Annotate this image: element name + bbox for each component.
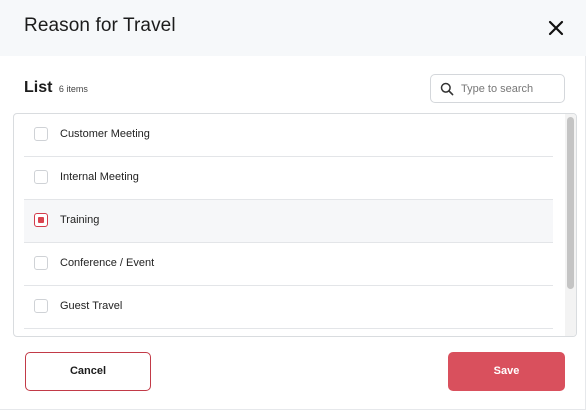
options-list: Customer Meeting Internal Meeting Training… bbox=[13, 113, 577, 337]
save-button[interactable]: Save bbox=[448, 352, 565, 391]
list-scrollbar[interactable] bbox=[565, 114, 576, 336]
options-rows: Customer Meeting Internal Meeting Training… bbox=[14, 114, 565, 336]
checkbox-icon[interactable] bbox=[34, 256, 48, 270]
dialog-title: Reason for Travel bbox=[24, 15, 176, 36]
dialog-header: Reason for Travel bbox=[0, 0, 586, 56]
checkbox-icon[interactable] bbox=[34, 213, 48, 227]
checkbox-icon[interactable] bbox=[34, 127, 48, 141]
list-item[interactable]: Conference / Event bbox=[24, 243, 553, 286]
reason-for-travel-dialog: Reason for Travel List 6 items Customer … bbox=[0, 0, 586, 410]
list-item[interactable] bbox=[24, 329, 553, 336]
search-icon bbox=[440, 82, 454, 96]
search-field[interactable] bbox=[430, 74, 565, 103]
list-title: List bbox=[24, 79, 53, 96]
list-item-label: Conference / Event bbox=[60, 257, 155, 269]
list-item[interactable]: Customer Meeting bbox=[24, 114, 553, 157]
scrollbar-thumb[interactable] bbox=[567, 117, 574, 289]
checkbox-icon[interactable] bbox=[34, 170, 48, 184]
list-item-count: 6 items bbox=[58, 84, 88, 94]
search-input[interactable] bbox=[461, 80, 559, 98]
close-icon bbox=[548, 20, 564, 36]
checkbox-icon[interactable] bbox=[34, 299, 48, 313]
cancel-button[interactable]: Cancel bbox=[25, 352, 151, 391]
list-item[interactable]: Training bbox=[24, 200, 553, 243]
list-item[interactable]: Internal Meeting bbox=[24, 157, 553, 200]
list-header: List 6 items bbox=[24, 79, 88, 97]
list-item-label: Training bbox=[60, 214, 100, 226]
list-item-label: Guest Travel bbox=[60, 300, 123, 312]
list-item-label: Internal Meeting bbox=[60, 171, 139, 183]
list-item[interactable]: Guest Travel bbox=[24, 286, 553, 329]
close-button[interactable] bbox=[544, 16, 568, 40]
list-item-label: Customer Meeting bbox=[60, 128, 150, 140]
